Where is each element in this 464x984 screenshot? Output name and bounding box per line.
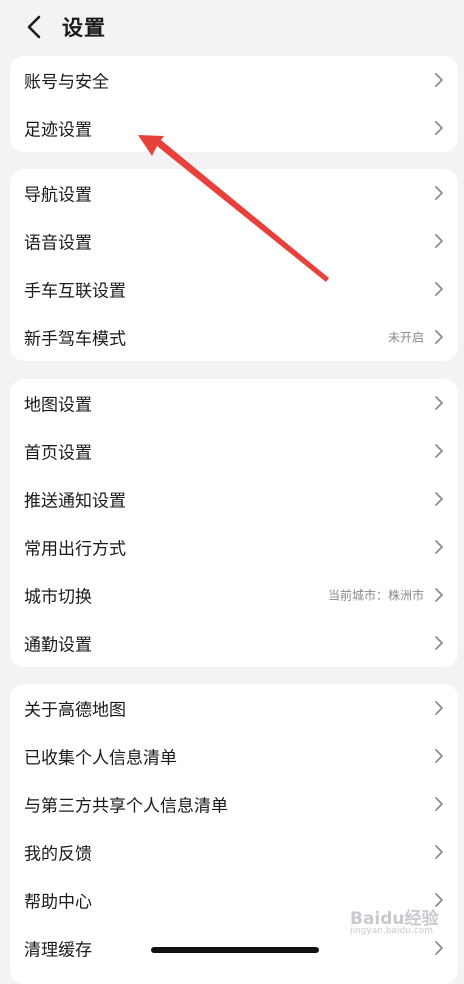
settings-item-travel-mode[interactable]: 常用出行方式 [10,523,458,571]
settings-item-about[interactable]: 关于高德地图 [10,684,458,732]
chevron-right-icon [434,233,444,249]
settings-item-label: 足迹设置 [24,120,92,141]
settings-item-label: 关于高德地图 [24,700,126,721]
chevron-right-icon [434,395,444,411]
settings-item-label: 手车互联设置 [24,281,126,302]
chevron-right-icon [434,635,444,651]
watermark-url: jingyan.baidu.com [350,926,434,936]
chevron-right-icon [434,72,444,88]
chevron-right-icon [434,443,444,459]
chevron-right-icon [434,329,444,345]
settings-item-label: 常用出行方式 [24,539,126,560]
settings-group-account: 账号与安全 足迹设置 [10,56,458,152]
home-indicator[interactable] [151,947,319,953]
settings-item-feedback[interactable]: 我的反馈 [10,828,458,876]
settings-item-label: 推送通知设置 [24,491,126,512]
settings-item-label: 城市切换 [24,587,92,608]
settings-item-map[interactable]: 地图设置 [10,379,458,427]
settings-item-novice-driving[interactable]: 新手驾车模式 未开启 [10,313,458,361]
back-button[interactable] [22,14,46,40]
chevron-right-icon [434,185,444,201]
settings-item-phone-car-link[interactable]: 手车互联设置 [10,265,458,313]
settings-item-city-switch[interactable]: 城市切换 当前城市：株洲市 [10,571,458,619]
settings-item-label: 新手驾车模式 [24,329,126,350]
settings-item-label: 帮助中心 [24,892,92,913]
baidu-watermark: Baidu经验 jingyan.baidu.com [350,898,450,946]
settings-item-shared-info[interactable]: 与第三方共享个人信息清单 [10,780,458,828]
settings-group-map: 地图设置 首页设置 推送通知设置 常用出行方式 城市切换 当前城市：株洲市 通勤… [10,379,458,667]
settings-item-label: 我的反馈 [24,844,92,865]
settings-item-commute[interactable]: 通勤设置 [10,619,458,667]
chevron-right-icon [434,539,444,555]
settings-item-label: 导航设置 [24,185,92,206]
settings-item-label: 已收集个人信息清单 [24,748,177,769]
settings-item-label: 与第三方共享个人信息清单 [24,796,228,817]
current-city-value: 当前城市：株洲市 [327,588,424,603]
settings-group-navigation: 导航设置 语音设置 手车互联设置 新手驾车模式 未开启 [10,169,458,361]
settings-item-collected-info[interactable]: 已收集个人信息清单 [10,732,458,780]
chevron-left-icon [27,15,41,39]
chevron-right-icon [434,748,444,764]
chevron-right-icon [434,796,444,812]
settings-item-label: 通勤设置 [24,635,92,656]
chevron-right-icon [434,281,444,297]
chevron-right-icon [434,120,444,136]
settings-item-label: 清理缓存 [24,940,92,961]
settings-item-homepage[interactable]: 首页设置 [10,427,458,475]
settings-item-account-security[interactable]: 账号与安全 [10,56,458,104]
settings-item-push-notification[interactable]: 推送通知设置 [10,475,458,523]
settings-item-label: 首页设置 [24,443,92,464]
chevron-right-icon [434,491,444,507]
settings-item-label: 语音设置 [24,233,92,254]
header-bar: 设置 [0,0,464,52]
settings-item-label: 地图设置 [24,395,92,416]
chevron-right-icon [434,587,444,603]
settings-item-navigation[interactable]: 导航设置 [10,169,458,217]
settings-item-status: 未开启 [387,330,424,345]
page-title: 设置 [62,16,106,40]
settings-item-footprint[interactable]: 足迹设置 [10,104,458,152]
chevron-right-icon [434,700,444,716]
settings-item-voice[interactable]: 语音设置 [10,217,458,265]
chevron-right-icon [434,844,444,860]
settings-item-label: 账号与安全 [24,72,109,93]
